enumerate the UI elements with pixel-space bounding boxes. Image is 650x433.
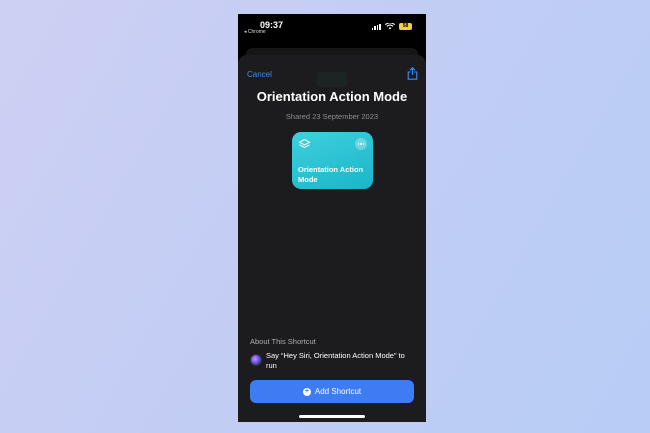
shortcut-card-label: Orientation Action Mode <box>298 165 364 184</box>
status-icons: 58 <box>371 23 412 30</box>
add-shortcut-button[interactable]: + Add Shortcut <box>250 380 414 403</box>
layers-icon <box>298 138 311 149</box>
sheet-grabber <box>317 72 347 87</box>
siri-icon <box>250 354 262 366</box>
status-bar: 09:37 ◂ Chrome 58 <box>238 14 426 48</box>
shortcut-card[interactable]: Orientation Action Mode <box>292 132 373 189</box>
add-shortcut-label: Add Shortcut <box>314 387 362 396</box>
page-title: Orientation Action Mode <box>256 89 408 104</box>
shared-date: Shared 23 September 2023 <box>285 112 379 121</box>
signal-icon <box>371 23 381 30</box>
wifi-icon <box>385 23 395 30</box>
back-to-app-link[interactable]: ◂ Chrome <box>244 29 266 35</box>
siri-phrase: Say “Hey Siri, Orientation Action Mode” … <box>266 351 405 370</box>
battery-icon: 58 <box>399 23 412 30</box>
more-icon[interactable] <box>355 138 367 150</box>
about-heading: About This Shortcut <box>250 337 316 346</box>
cancel-button[interactable]: Cancel <box>247 70 272 79</box>
shortcut-sheet: Cancel Orientation Action Mode Shared 23… <box>238 55 426 422</box>
phone-screen: 09:37 ◂ Chrome 58 Cancel Orientation Act… <box>238 14 426 422</box>
share-icon[interactable] <box>407 67 418 80</box>
plus-icon: + <box>302 387 311 396</box>
home-indicator[interactable] <box>299 415 365 418</box>
